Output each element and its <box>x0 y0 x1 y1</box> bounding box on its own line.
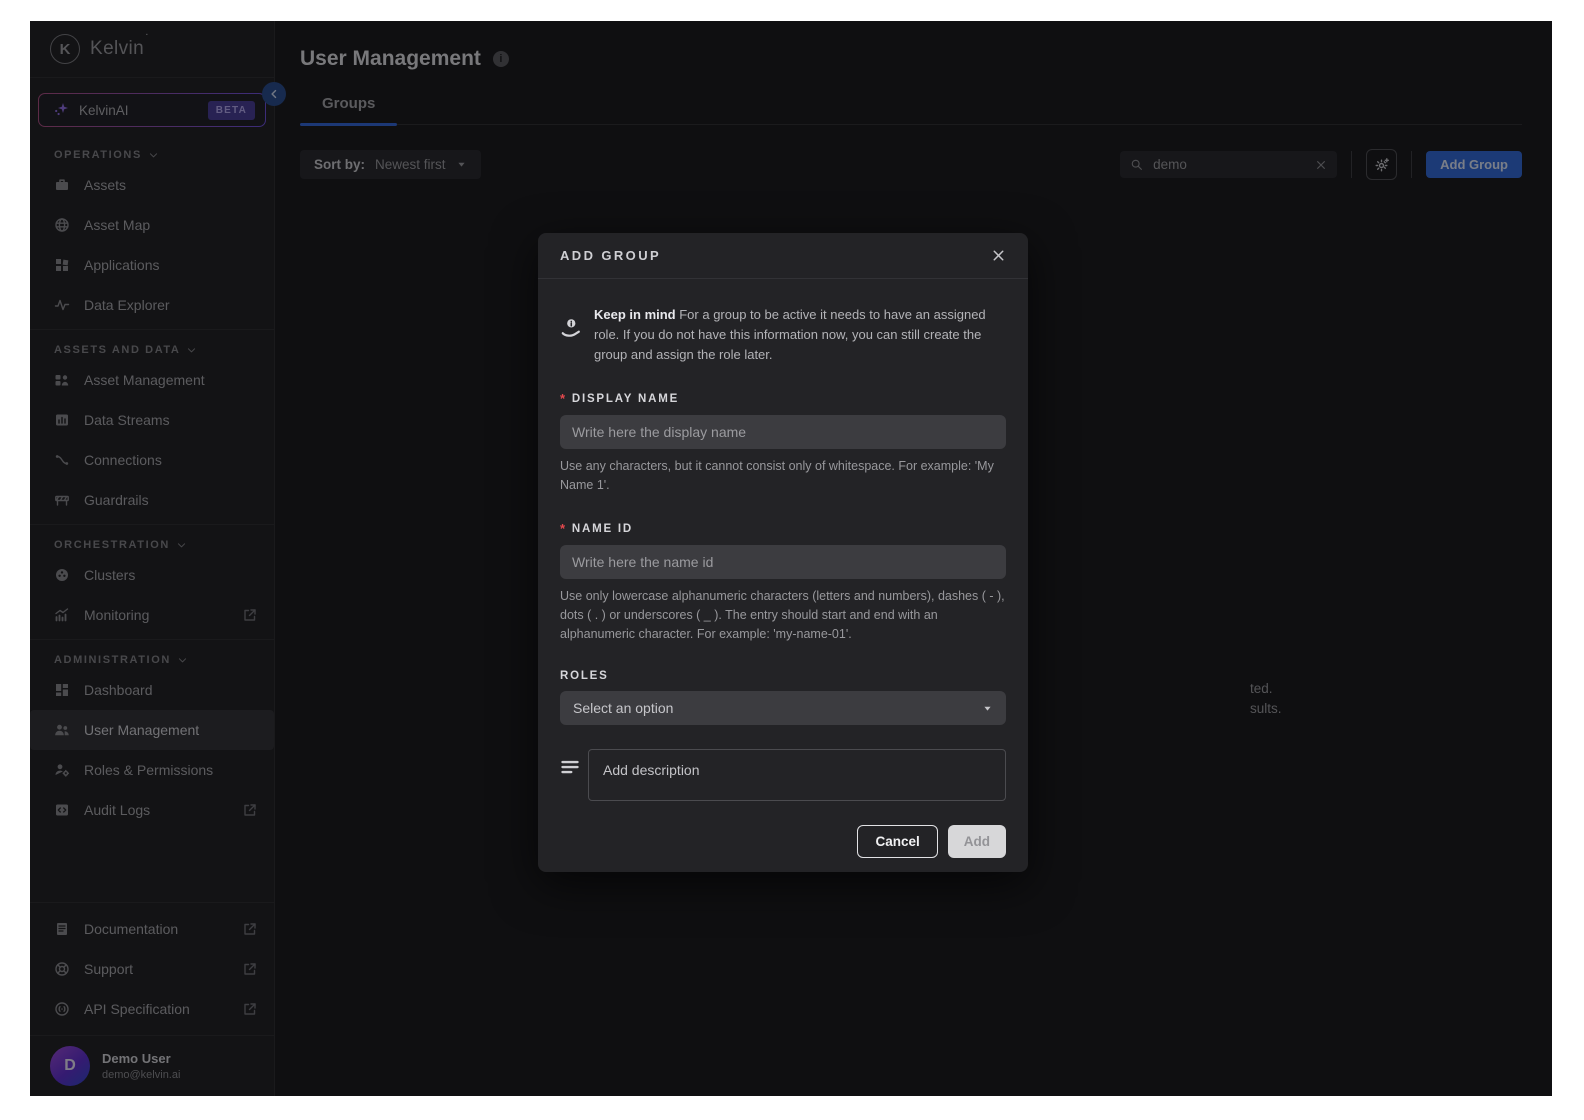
required-asterisk: * <box>560 391 567 406</box>
name-id-field[interactable] <box>560 545 1006 579</box>
description-row <box>560 749 1006 801</box>
roles-label-text: ROLES <box>560 670 609 682</box>
note-bold: Keep in mind <box>594 307 676 322</box>
modal-title: ADD GROUP <box>560 248 662 263</box>
display-name-label: * DISPLAY NAME <box>560 391 1006 406</box>
display-name-field[interactable] <box>560 415 1006 449</box>
caret-down-icon <box>982 703 993 714</box>
roles-label: ROLES <box>560 670 1006 682</box>
note-text: Keep in mind For a group to be active it… <box>594 305 1006 365</box>
roles-select[interactable]: Select an option <box>560 691 1006 725</box>
description-field[interactable] <box>588 749 1006 801</box>
modal-close-button[interactable] <box>991 248 1006 263</box>
page: K Kelvin KelvinAI BETA OPERATIONSAssetsA… <box>0 0 1584 1120</box>
required-asterisk: * <box>560 521 567 536</box>
app-window: K Kelvin KelvinAI BETA OPERATIONSAssetsA… <box>30 21 1552 1096</box>
cancel-button[interactable]: Cancel <box>857 825 938 858</box>
name-id-label: * NAME ID <box>560 521 1006 536</box>
display-name-helper: Use any characters, but it cannot consis… <box>560 459 994 492</box>
name-id-helper: Use only lowercase alphanumeric characte… <box>560 589 1005 641</box>
name-id-label-text: NAME ID <box>571 522 634 535</box>
display-name-label-text: DISPLAY NAME <box>571 392 680 405</box>
hand-info-icon <box>560 317 582 339</box>
modal-body: Keep in mind For a group to be active it… <box>538 279 1028 825</box>
note-row: Keep in mind For a group to be active it… <box>560 305 1006 365</box>
roles-select-value: Select an option <box>573 700 674 716</box>
close-icon <box>991 248 1006 263</box>
add-button[interactable]: Add <box>947 825 1006 858</box>
add-group-modal: ADD GROUP Keep in mind For a group to be… <box>538 233 1028 872</box>
description-icon <box>560 757 580 777</box>
modal-header: ADD GROUP <box>538 233 1028 279</box>
modal-footer: Cancel Add <box>538 825 1028 872</box>
